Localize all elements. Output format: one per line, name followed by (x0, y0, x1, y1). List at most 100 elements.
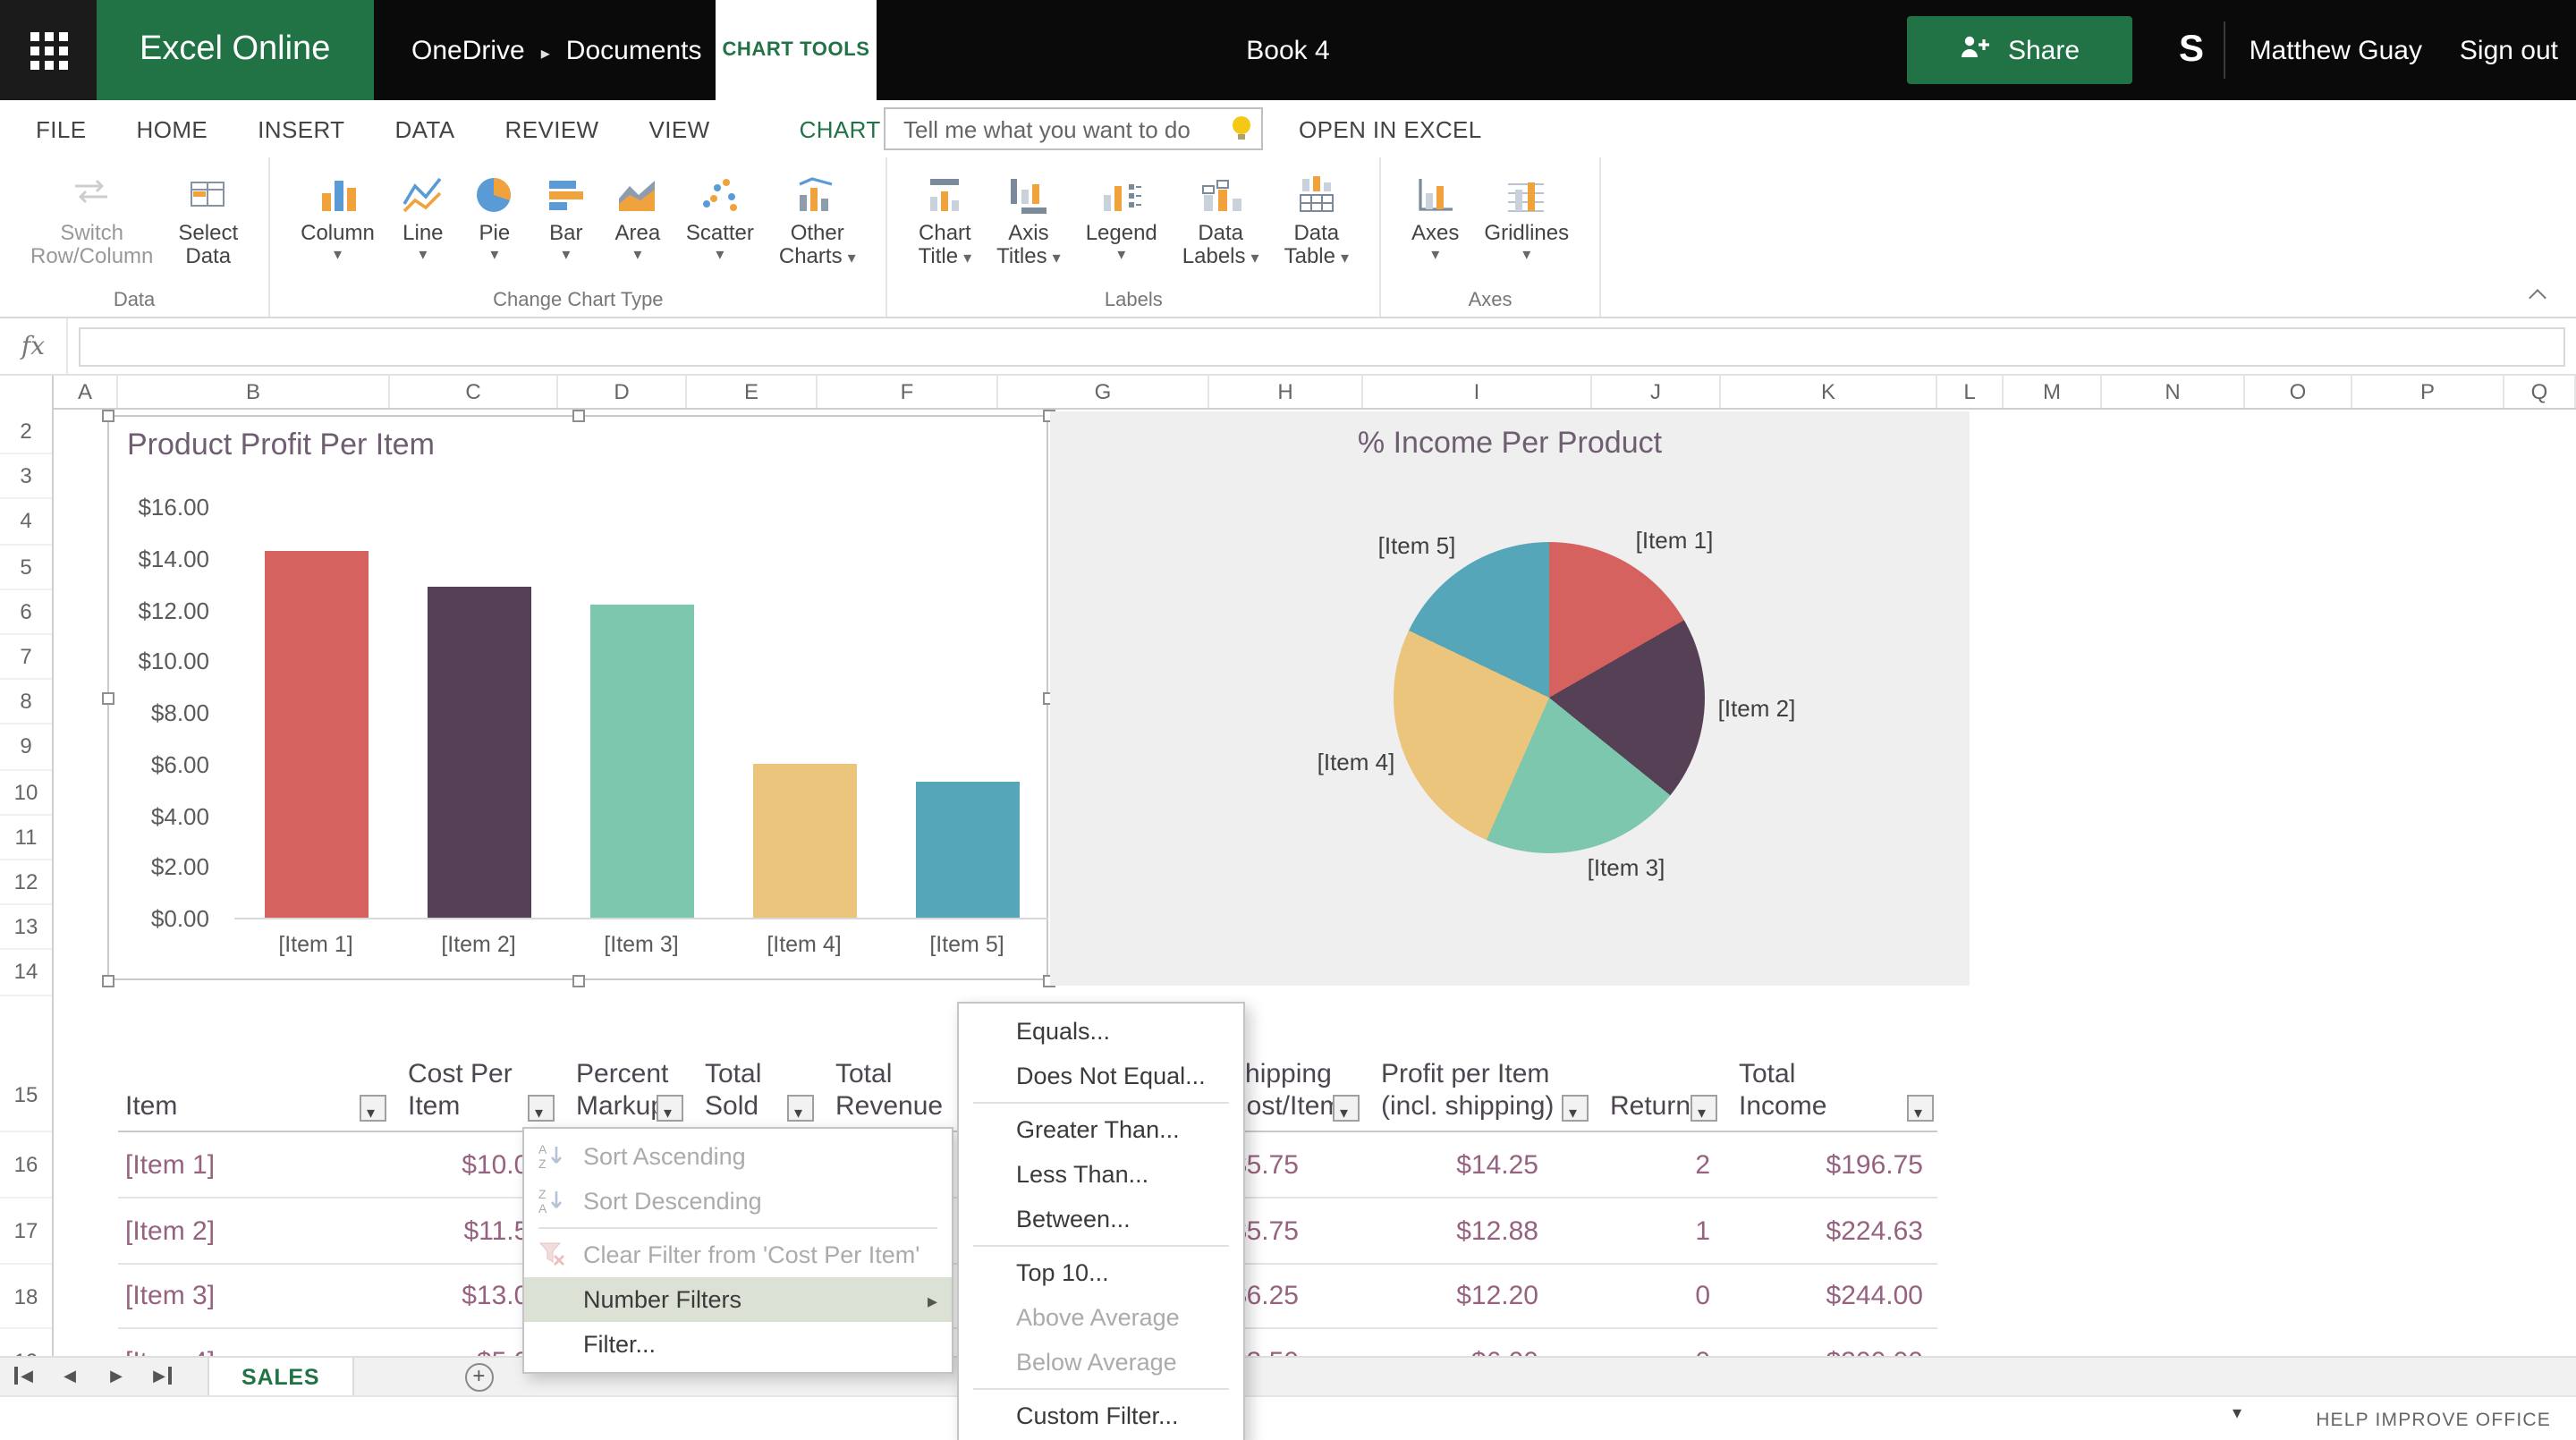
filter-button[interactable] (1562, 1095, 1589, 1129)
menu-item-label: Above Average (1016, 1304, 1180, 1331)
add-sheet-button[interactable] (464, 1362, 494, 1391)
legend-button[interactable]: Legend (1073, 168, 1170, 263)
bar-button[interactable]: Bar (530, 168, 602, 263)
previous-sheet-icon[interactable] (47, 1367, 93, 1386)
sign-out-link[interactable]: Sign out (2460, 0, 2558, 100)
menu-item-label: Between... (1016, 1206, 1131, 1232)
help-improve-office-link[interactable]: HELP IMPROVE OFFICE (2316, 1397, 2551, 1440)
menu-item-less-than[interactable]: Less Than... (959, 1152, 1243, 1197)
tab-review[interactable]: REVIEW (480, 100, 624, 157)
other-charts-button[interactable]: Other Charts (767, 168, 869, 268)
button-label: Switch (60, 220, 124, 245)
menu-item-label: Sort Ascending (583, 1143, 746, 1170)
filter-button[interactable] (360, 1095, 386, 1129)
x-axis-label: [Item 5] (929, 932, 1004, 957)
button-label: Select (178, 220, 239, 245)
formula-input[interactable] (79, 327, 2565, 367)
table-cell: $196.75 (1826, 1149, 1923, 1180)
table-cell: 0 (1695, 1281, 1710, 1311)
tab-file[interactable]: FILE (11, 100, 112, 157)
chevron-down-icon (562, 245, 570, 263)
bar-series-1 (264, 551, 368, 918)
menu-item-clear-filter-from-cost-per-item: Clear Filter from 'Cost Per Item' (524, 1232, 952, 1277)
last-sheet-icon[interactable] (140, 1367, 186, 1386)
filter-button[interactable] (1907, 1095, 1934, 1129)
menu-item-label: Clear Filter from 'Cost Per Item' (583, 1241, 920, 1268)
button-label: Axis (1008, 220, 1049, 245)
column-button[interactable]: Column (288, 168, 387, 263)
open-in-excel-button[interactable]: OPEN IN EXCEL (1299, 100, 1482, 157)
chevron-down-icon (1522, 245, 1530, 263)
area-button[interactable]: Area (602, 168, 674, 263)
pie (1394, 542, 1705, 853)
data-table-button[interactable]: Data Table (1272, 168, 1361, 268)
select-data-button[interactable]: Select Data (165, 168, 250, 268)
table-header-percent-markup: Percent Markup (558, 1059, 687, 1131)
bar-series-4 (752, 763, 856, 918)
tell-me-input[interactable] (884, 107, 1263, 150)
menu-item-label: Filter... (583, 1331, 657, 1358)
skype-icon[interactable]: S (2179, 0, 2204, 100)
collapse-ribbon-icon[interactable] (2529, 286, 2547, 302)
selection-handle[interactable] (102, 975, 114, 987)
line-button[interactable]: Line (387, 168, 459, 263)
switch-row-column-button: Switch Row/Column (18, 168, 165, 268)
pie-chart[interactable]: % Income Per Product [Item 1] [Item 2] [It… (1050, 411, 1970, 986)
selection-handle[interactable] (572, 410, 585, 422)
sort-descending-icon: ZA (537, 1186, 565, 1216)
menu-item-does-not-equal[interactable]: Does Not Equal... (959, 1054, 1243, 1098)
tab-data[interactable]: DATA (369, 100, 479, 157)
tab-insert[interactable]: INSERT (233, 100, 369, 157)
scatter-button[interactable]: Scatter (674, 168, 767, 263)
first-sheet-icon[interactable] (0, 1367, 47, 1386)
pie-button[interactable]: Pie (459, 168, 530, 263)
gridlines-icon (1504, 168, 1550, 216)
axes-button[interactable]: Axes (1399, 168, 1471, 263)
line-chart-icon (400, 168, 446, 216)
selection-handle[interactable] (102, 410, 114, 422)
tab-view[interactable]: VIEW (624, 100, 735, 157)
menu-item-custom-filter[interactable]: Custom Filter... (959, 1393, 1243, 1438)
filter-button[interactable] (657, 1095, 683, 1129)
menu-item-top-10[interactable]: Top 10... (959, 1250, 1243, 1295)
axis-titles-button[interactable]: Axis Titles (984, 168, 1073, 268)
selection-handle[interactable] (102, 692, 114, 705)
menu-item-between[interactable]: Between... (959, 1197, 1243, 1241)
bar-series-3 (589, 604, 693, 918)
button-label: Data (185, 243, 232, 268)
menu-item-label: Does Not Equal... (1016, 1063, 1206, 1089)
svg-text:A: A (538, 1201, 547, 1215)
share-button[interactable]: Share (1907, 16, 2132, 84)
data-labels-button[interactable]: Data Labels (1170, 168, 1272, 268)
sheet-tab-sales[interactable]: SALES (208, 1357, 354, 1396)
select-all-corner[interactable] (0, 376, 54, 410)
filter-button[interactable] (1690, 1095, 1717, 1129)
button-label: Data (1198, 220, 1244, 245)
bar-chart[interactable]: Product Profit Per Item $16.00 $14.00 $12.… (102, 410, 1055, 987)
filter-button[interactable] (528, 1095, 555, 1129)
next-sheet-icon[interactable] (93, 1367, 140, 1386)
menu-item-number-filters[interactable]: Number Filters (524, 1277, 952, 1322)
chart-title-button[interactable]: Chart Title (906, 168, 985, 268)
chevron-down-icon[interactable] (2233, 1404, 2241, 1424)
header-text: Total (1739, 1059, 1796, 1089)
bar-series-5 (915, 781, 1019, 918)
menu-item-filter[interactable]: Filter... (524, 1322, 952, 1367)
menu-item-below-average: Below Average (959, 1340, 1243, 1385)
gridlines-button[interactable]: Gridlines (1471, 168, 1581, 263)
menu-item-label: Custom Filter... (1016, 1402, 1179, 1429)
filter-button[interactable] (787, 1095, 814, 1129)
y-axis-tick: $12.00 (138, 597, 209, 623)
area-chart-icon (614, 168, 661, 216)
menu-item-equals[interactable]: Equals... (959, 1009, 1243, 1054)
filter-button[interactable] (1333, 1095, 1360, 1129)
user-name[interactable]: Matthew Guay (2250, 0, 2422, 100)
tab-home[interactable]: HOME (112, 100, 233, 157)
clear-filter-icon (537, 1240, 565, 1268)
share-label: Share (2007, 35, 2080, 65)
bar-chart-icon (543, 168, 589, 216)
selection-handle[interactable] (572, 975, 585, 987)
menu-item-greater-than[interactable]: Greater Than... (959, 1107, 1243, 1152)
axis-titles-icon (1005, 168, 1052, 216)
y-axis-tick: $4.00 (150, 802, 209, 829)
